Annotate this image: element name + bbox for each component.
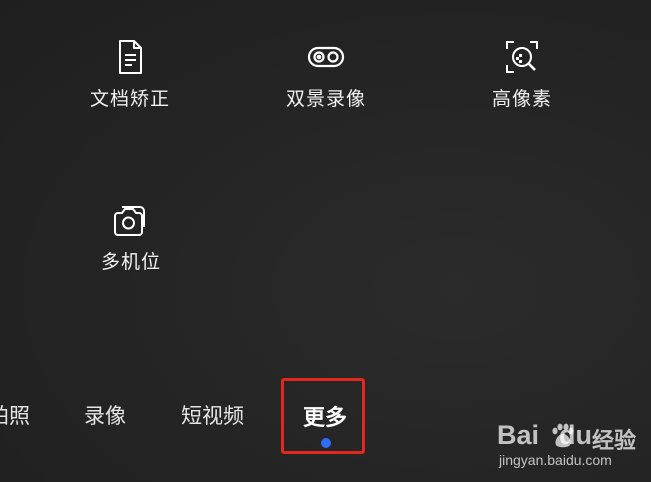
paw-icon bbox=[552, 423, 574, 448]
watermark-cn: 经验 bbox=[592, 429, 637, 454]
mode-document-correction[interactable]: 文档矫正 bbox=[50, 38, 210, 111]
tab-video[interactable]: 录像 bbox=[84, 400, 126, 430]
dual-view-icon bbox=[307, 46, 345, 68]
highlight-annotation-box bbox=[281, 378, 365, 454]
baidu-jingyan-watermark: Bai du 经验 jingyan.baidu.com bbox=[497, 420, 647, 472]
tab-photo[interactable]: 拍照 bbox=[0, 400, 30, 430]
high-pixel-icon bbox=[506, 41, 538, 73]
document-icon bbox=[119, 40, 142, 74]
mode-multi-camera[interactable]: 多机位 bbox=[51, 201, 211, 274]
mode-dual-view-video[interactable]: 双景录像 bbox=[246, 38, 406, 111]
watermark-url: jingyan.baidu.com bbox=[499, 452, 612, 468]
multi-camera-icon bbox=[114, 206, 145, 236]
mode-label: 文档矫正 bbox=[89, 88, 170, 110]
mode-label: 多机位 bbox=[100, 251, 161, 273]
tab-short-video[interactable]: 短视频 bbox=[181, 400, 244, 430]
mode-high-pixel[interactable]: 高像素 bbox=[442, 38, 602, 111]
mode-label: 双景录像 bbox=[285, 88, 366, 110]
watermark-brand: Bai du bbox=[497, 420, 593, 450]
mode-label: 高像素 bbox=[491, 88, 552, 110]
